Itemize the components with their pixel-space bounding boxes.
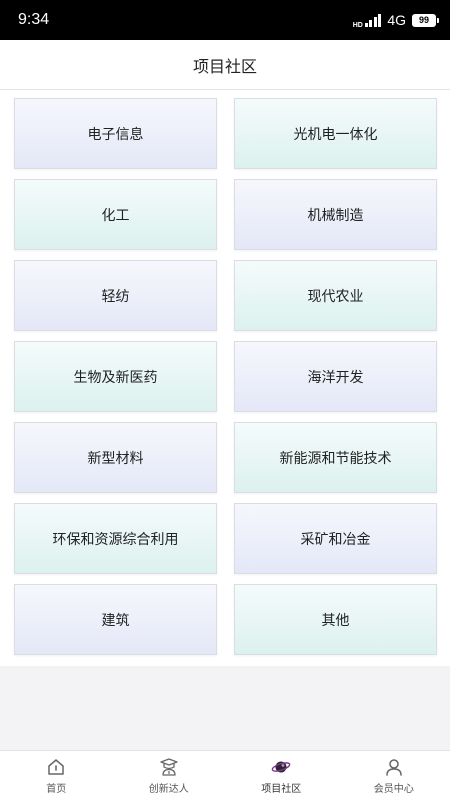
tab-project-community[interactable]: 项目社区 <box>225 751 338 800</box>
page-header: 项目社区 <box>0 40 450 90</box>
category-label: 生物及新医药 <box>73 369 158 386</box>
category-tile-mechatronics[interactable]: 光机电一体化 <box>234 98 437 169</box>
category-label: 电子信息 <box>87 126 144 143</box>
category-tile-new-materials[interactable]: 新型材料 <box>14 422 217 493</box>
category-label: 采矿和冶金 <box>300 531 371 548</box>
network-type: 4G <box>387 12 406 28</box>
status-time: 9:34 <box>18 11 50 28</box>
category-grid: 电子信息 光机电一体化 化工 机械制造 轻纺 现代农业 生物及新医药 海洋开发 … <box>0 90 450 666</box>
category-label: 轻纺 <box>101 288 130 305</box>
category-label: 其他 <box>321 612 350 629</box>
tab-home[interactable]: 首页 <box>0 751 113 800</box>
tab-innovators[interactable]: 创新达人 <box>113 751 226 800</box>
hd-indicator: HD <box>352 22 363 29</box>
tab-label: 创新达人 <box>148 783 189 795</box>
category-tile-machinery[interactable]: 机械制造 <box>234 179 437 250</box>
category-label: 现代农业 <box>307 288 364 305</box>
category-label: 光机电一体化 <box>293 126 378 143</box>
battery-icon: 99 <box>412 13 439 27</box>
category-tile-biomedicine[interactable]: 生物及新医药 <box>14 341 217 412</box>
category-tile-ocean[interactable]: 海洋开发 <box>234 341 437 412</box>
category-label: 新型材料 <box>87 450 144 467</box>
category-tile-construction[interactable]: 建筑 <box>14 584 217 655</box>
planet-icon <box>271 761 291 772</box>
status-icons: HD 4G 99 <box>352 11 439 29</box>
category-label: 环保和资源综合利用 <box>52 531 179 548</box>
tab-member-center[interactable]: 会员中心 <box>338 751 450 800</box>
category-tile-agriculture[interactable]: 现代农业 <box>234 260 437 331</box>
category-tile-chemical[interactable]: 化工 <box>14 179 217 250</box>
category-label: 海洋开发 <box>307 369 364 386</box>
tab-label: 首页 <box>46 783 67 795</box>
category-tile-electronic-info[interactable]: 电子信息 <box>14 98 217 169</box>
page-title: 项目社区 <box>192 56 257 76</box>
home-icon <box>48 758 64 775</box>
category-label: 机械制造 <box>307 207 364 224</box>
status-bar: 9:34 HD 4G 99 <box>0 0 450 40</box>
category-tile-other[interactable]: 其他 <box>234 584 437 655</box>
tab-label: 项目社区 <box>261 783 302 795</box>
category-label: 建筑 <box>101 612 130 629</box>
tab-label: 会员中心 <box>373 783 414 795</box>
category-tile-mining[interactable]: 采矿和冶金 <box>234 503 437 574</box>
category-tile-environment[interactable]: 环保和资源综合利用 <box>14 503 217 574</box>
user-icon <box>386 758 402 776</box>
category-label: 新能源和节能技术 <box>279 450 392 467</box>
category-tile-textile[interactable]: 轻纺 <box>14 260 217 331</box>
bottom-tab-bar: 首页 创新达人 项目社区 会员中心 <box>0 750 450 800</box>
signal-icon <box>364 13 382 27</box>
battery-level: 99 <box>418 15 429 25</box>
category-label: 化工 <box>101 207 130 224</box>
category-tile-new-energy[interactable]: 新能源和节能技术 <box>234 422 437 493</box>
graduate-icon <box>160 757 178 776</box>
